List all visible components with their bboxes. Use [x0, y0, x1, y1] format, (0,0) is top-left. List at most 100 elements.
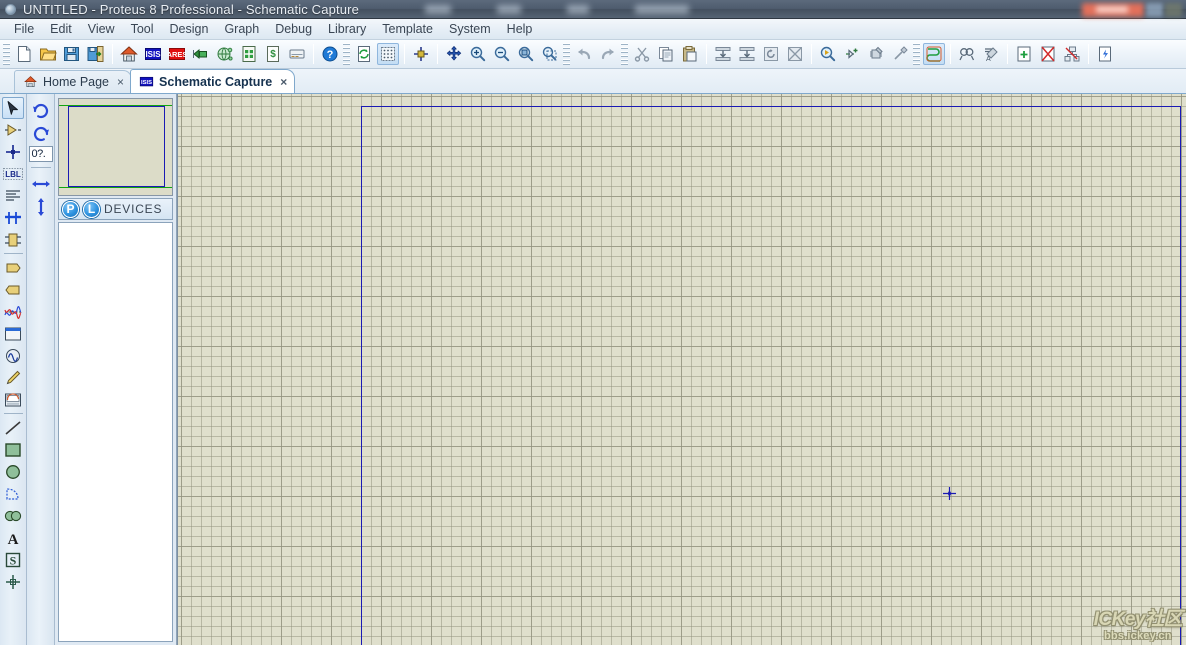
zoom-out-icon[interactable] [491, 43, 513, 65]
source-code-icon[interactable]: $ [262, 43, 284, 65]
redraw-icon[interactable] [353, 43, 375, 65]
device-pin-icon[interactable] [2, 279, 24, 301]
maximize-button[interactable] [1165, 2, 1182, 17]
bom-report-icon[interactable] [238, 43, 260, 65]
pan-icon[interactable] [443, 43, 465, 65]
menu-item-edit[interactable]: Edit [42, 20, 80, 39]
toolbar-grip[interactable] [343, 43, 350, 65]
property-assignment-icon[interactable]: A [980, 43, 1002, 65]
close-button[interactable] [1082, 2, 1144, 17]
subcircuit-icon[interactable] [2, 229, 24, 251]
rotation-angle-field[interactable]: 0?. [28, 146, 53, 162]
isis-icon[interactable]: ISIS [142, 43, 164, 65]
generator-icon[interactable] [2, 345, 24, 367]
object-selector-list[interactable] [58, 222, 173, 642]
schematic-canvas[interactable]: ICKey社区 bbs.ickey.cn [177, 94, 1186, 645]
block-rotate-icon[interactable] [760, 43, 782, 65]
box-tool-icon[interactable] [2, 439, 24, 461]
3d-viewer-icon[interactable] [190, 43, 212, 65]
rotate-anticlockwise-icon[interactable] [29, 121, 53, 144]
help-question-icon[interactable]: ? [319, 43, 341, 65]
text-script-icon[interactable] [2, 185, 24, 207]
wire-label-icon[interactable]: LBL [2, 163, 24, 185]
block-delete-icon[interactable] [784, 43, 806, 65]
menu-item-debug[interactable]: Debug [267, 20, 320, 39]
zoom-area-icon[interactable] [539, 43, 561, 65]
pick-device-button[interactable]: P [62, 200, 79, 218]
graph-mode-icon[interactable] [2, 301, 24, 323]
tape-recorder-icon[interactable] [2, 323, 24, 345]
zoom-in-icon[interactable] [467, 43, 489, 65]
toolbar-grip[interactable] [913, 43, 920, 65]
undo-icon[interactable] [573, 43, 595, 65]
menu-item-design[interactable]: Design [162, 20, 217, 39]
block-copy-icon[interactable] [712, 43, 734, 65]
menu-item-tool[interactable]: Tool [123, 20, 162, 39]
menu-item-system[interactable]: System [441, 20, 499, 39]
text-tool-icon[interactable]: A [2, 527, 24, 549]
svg-text:A: A [8, 532, 19, 546]
close-icon[interactable]: × [280, 75, 287, 89]
menu-item-graph[interactable]: Graph [216, 20, 267, 39]
wire-autorouter-icon[interactable] [923, 43, 945, 65]
zoom-all-icon[interactable] [515, 43, 537, 65]
copy-icon[interactable] [655, 43, 677, 65]
mode-separator [3, 253, 23, 254]
menu-item-help[interactable]: Help [499, 20, 541, 39]
decompose-icon[interactable] [889, 43, 911, 65]
symbol-tool-icon[interactable]: S [2, 549, 24, 571]
minimize-button[interactable] [1146, 2, 1163, 17]
junction-dot-icon[interactable] [2, 141, 24, 163]
toolbar-grip[interactable] [621, 43, 628, 65]
vsm-studio-icon[interactable] [286, 43, 308, 65]
selection-arrow-icon[interactable] [2, 97, 24, 119]
arc-tool-icon[interactable] [2, 483, 24, 505]
open-folder-icon[interactable] [37, 43, 59, 65]
remove-sheet-icon[interactable] [1037, 43, 1059, 65]
make-device-icon[interactable] [841, 43, 863, 65]
toolbar-grip[interactable] [3, 43, 10, 65]
overview-viewport-bottom [59, 187, 172, 188]
rotate-clockwise-icon[interactable] [29, 98, 53, 121]
bus-mode-icon[interactable] [2, 207, 24, 229]
redo-icon[interactable] [597, 43, 619, 65]
new-sheet-icon[interactable] [1013, 43, 1035, 65]
component-mode-icon[interactable] [2, 119, 24, 141]
menu-item-template[interactable]: Template [374, 20, 441, 39]
library-manager-button[interactable]: L [83, 200, 100, 218]
virtual-instrument-icon[interactable] [2, 389, 24, 411]
origin-icon[interactable] [410, 43, 432, 65]
menu-item-view[interactable]: View [80, 20, 123, 39]
packaging-tool-icon[interactable] [865, 43, 887, 65]
pick-device-icon[interactable] [817, 43, 839, 65]
path-tool-icon[interactable] [2, 505, 24, 527]
save-floppy-icon[interactable] [61, 43, 83, 65]
tab-schematic-capture[interactable]: ISIS Schematic Capture × [130, 69, 296, 93]
paste-icon[interactable] [679, 43, 701, 65]
probe-icon[interactable] [2, 367, 24, 389]
toolbar-grip[interactable] [563, 43, 570, 65]
menu-item-file[interactable]: File [6, 20, 42, 39]
mirror-horizontal-icon[interactable] [29, 172, 53, 195]
circle-tool-icon[interactable] [2, 461, 24, 483]
workspace: LBL A S 0?. P L DEVICES ICKey社区 bbs.icke… [0, 94, 1186, 645]
goto-sheet-icon[interactable] [1061, 43, 1083, 65]
export-netlist-icon[interactable] [1094, 43, 1116, 65]
globe-design-icon[interactable] [214, 43, 236, 65]
search-tag-icon[interactable] [956, 43, 978, 65]
close-icon[interactable]: × [117, 75, 124, 89]
save-exit-icon[interactable] [85, 43, 107, 65]
marker-tool-icon[interactable] [2, 571, 24, 593]
ares-icon[interactable]: ARES [166, 43, 188, 65]
new-document-icon[interactable] [13, 43, 35, 65]
terminals-icon[interactable] [2, 257, 24, 279]
line-tool-icon[interactable] [2, 417, 24, 439]
menu-item-library[interactable]: Library [320, 20, 374, 39]
grid-toggle-icon[interactable] [377, 43, 399, 65]
block-move-icon[interactable] [736, 43, 758, 65]
tab-home-page[interactable]: Home Page × [14, 70, 133, 93]
cut-scissors-icon[interactable] [631, 43, 653, 65]
mirror-vertical-icon[interactable] [29, 195, 53, 218]
home-icon[interactable] [118, 43, 140, 65]
overview-panel[interactable] [58, 98, 173, 196]
